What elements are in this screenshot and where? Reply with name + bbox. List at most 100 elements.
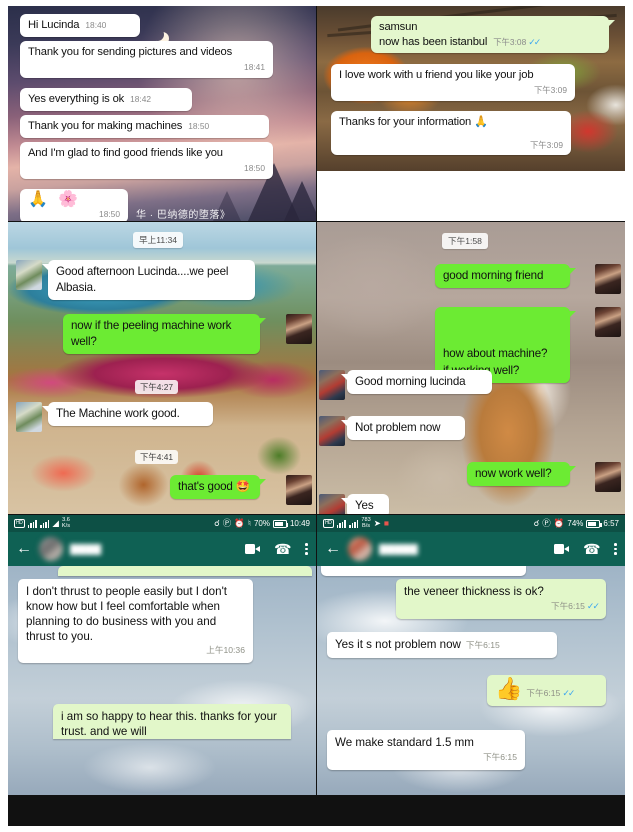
message-text: Yes xyxy=(355,499,374,512)
video-call-icon[interactable] xyxy=(244,544,260,554)
message-text: good morning friend xyxy=(443,269,544,282)
bubble-tail xyxy=(259,318,266,325)
message-bubble[interactable]: good morning friend xyxy=(435,264,576,288)
avatar[interactable] xyxy=(595,462,621,492)
message-text: And I'm glad to find good friends like y… xyxy=(28,147,223,159)
read-receipt-icon: ✓✓ xyxy=(528,36,541,47)
message-time: 下午6:15 xyxy=(483,752,517,762)
message-text: that's good 🤩 xyxy=(178,480,251,493)
video-call-icon[interactable] xyxy=(553,544,569,554)
bubble-tail xyxy=(569,466,576,473)
message-bubble-emoji[interactable]: 🙏 🌸 18:50 xyxy=(20,189,128,221)
message-bubble[interactable]: Not problem now xyxy=(341,416,465,440)
location-arrow-icon: ➤ xyxy=(373,518,381,529)
message-time: 18:41 xyxy=(244,61,265,72)
message-bubble[interactable]: We make standard 1.5 mm 下午6:15 xyxy=(327,730,525,770)
battery-icon xyxy=(272,519,289,528)
battery-percent: 70% xyxy=(253,519,270,528)
app-bar: ← █████ ☎ xyxy=(317,532,625,566)
message-text: i am so happy to hear this. thanks for y… xyxy=(61,710,277,738)
app-bar: ← ████ ☎ xyxy=(8,532,316,566)
message-text: Thank you for sending pictures and video… xyxy=(28,46,233,58)
bubble-tail xyxy=(42,406,49,413)
nfc-icon: Ⓟ xyxy=(222,518,232,529)
back-arrow-icon[interactable]: ← xyxy=(16,541,32,557)
message-bubble-emoji[interactable]: 👍 下午6:15 ✓✓ xyxy=(487,675,606,706)
contact-avatar[interactable] xyxy=(348,537,372,561)
message-bubble[interactable]: Yes it s not problem now 下午6:15 xyxy=(327,632,557,658)
signal-bars-icon xyxy=(40,519,50,528)
status-bar-right: ☌ Ⓟ ⏰ ♮ 70% 10:49 xyxy=(214,519,310,528)
bubble-tail xyxy=(341,374,348,381)
voice-call-icon[interactable]: ☎ xyxy=(274,541,291,557)
signal-bars-icon xyxy=(27,519,37,528)
avatar[interactable] xyxy=(595,307,621,337)
message-bubble[interactable]: I love work with u friend you like your … xyxy=(331,64,575,101)
message-text: Good morning lucinda xyxy=(355,375,466,388)
data-rate: 783 B/s xyxy=(361,516,371,529)
message-bubble[interactable]: The Machine work good. xyxy=(42,402,213,426)
signal-bars-icon xyxy=(336,519,346,528)
message-time: 下午6:15 xyxy=(465,640,500,650)
message-time: 18:40 xyxy=(85,20,107,30)
nfc-icon: Ⓟ xyxy=(542,518,551,529)
panel-resort-chat: 早上11:34 Good afternoon Lucinda....we pee… xyxy=(8,222,316,514)
message-time: 上午10:36 xyxy=(206,645,245,655)
overflow-menu-icon[interactable] xyxy=(305,543,308,555)
back-arrow-icon[interactable]: ← xyxy=(325,541,341,557)
collage-sheet: Hi Lucinda 18:40 Thank you for sending pi… xyxy=(0,0,633,832)
contact-name[interactable]: ████ xyxy=(70,544,238,555)
message-bubble[interactable]: Yes xyxy=(341,494,389,514)
message-bubble[interactable]: Thanks for your information 🙏 下午3:09 xyxy=(331,111,571,155)
alarm-icon: ⏰ xyxy=(234,518,245,529)
message-text: I don't thrust to people easily but I do… xyxy=(26,585,228,643)
message-bubble[interactable]: Good morning lucinda xyxy=(341,370,492,394)
avatar[interactable] xyxy=(286,475,312,505)
vpn-key-icon: ☌ xyxy=(533,518,540,529)
clock: 10:49 xyxy=(289,519,310,528)
message-bubble[interactable]: And I'm glad to find good friends like y… xyxy=(20,142,273,179)
message-text: The Machine work good. xyxy=(56,407,180,420)
avatar[interactable] xyxy=(16,260,42,290)
message-bubble-clipped[interactable] xyxy=(58,566,312,576)
day-separator: 下午1:58 xyxy=(442,233,488,249)
message-text: Yes everything is ok xyxy=(28,93,125,105)
mountain-peak-icon xyxy=(284,181,316,221)
message-bubble[interactable]: now if the peeling machine work well? xyxy=(63,314,266,354)
contact-avatar[interactable] xyxy=(39,537,63,561)
contact-name[interactable]: █████ xyxy=(379,544,547,555)
message-text: now if the peeling machine work well? xyxy=(71,319,232,348)
message-bubble[interactable]: Thank you for sending pictures and video… xyxy=(20,41,273,78)
overflow-menu-icon[interactable] xyxy=(614,543,617,555)
thumbs-up-emoji: 👍 xyxy=(495,676,523,701)
message-bubble[interactable]: Good afternoon Lucinda....we peel Albasi… xyxy=(42,260,255,300)
message-time: 18:42 xyxy=(130,94,152,104)
avatar[interactable] xyxy=(16,402,42,432)
message-bubble[interactable]: samsun now has been istanbul 下午3:08 ✓✓ xyxy=(371,16,615,53)
message-bubble[interactable]: the veneer thickness is ok? 下午6:15 ✓✓ xyxy=(396,579,606,619)
data-rate: 3.6 K/s xyxy=(61,516,71,529)
message-bubble[interactable]: Yes everything is ok 18:42 xyxy=(20,88,192,111)
message-bubble[interactable]: now work well? xyxy=(467,462,576,486)
message-bubble-clipped[interactable] xyxy=(321,566,526,576)
wallpaper-caption: 华 · 巴纳德的堕落》 xyxy=(136,210,231,221)
avatar[interactable] xyxy=(595,264,621,294)
message-time: 下午3:08 xyxy=(493,36,527,47)
avatar[interactable] xyxy=(286,314,312,344)
message-text: Thank you for making machines xyxy=(28,120,183,132)
chat-canvas-3: 早上11:34 Good afternoon Lucinda....we pee… xyxy=(8,222,316,514)
chat-canvas-2: samsun now has been istanbul 下午3:08 ✓✓ I l… xyxy=(317,6,625,221)
status-bar-left: HD 783 B/s ➤ ■ xyxy=(323,516,534,530)
message-bubble[interactable]: Thank you for making machines 18:50 xyxy=(20,115,269,138)
status-bar: HD 783 B/s ➤ ■ ☌ Ⓟ ⏰ 74% 6:57 xyxy=(317,515,625,532)
message-bubble[interactable]: that's good 🤩 xyxy=(170,475,266,499)
voice-call-icon[interactable]: ☎ xyxy=(583,541,600,557)
status-bar: HD ◢ 3.6 K/s ☌ Ⓟ ⏰ ♮ 70% 10:49 xyxy=(8,515,316,532)
panel-food-chat: samsun now has been istanbul 下午3:08 ✓✓ I l… xyxy=(317,6,625,221)
vpn-key-icon: ☌ xyxy=(214,518,220,529)
vibrate-icon: ♮ xyxy=(247,518,251,529)
day-separator: 早上11:34 xyxy=(133,232,184,248)
message-bubble[interactable]: i am so happy to hear this. thanks for y… xyxy=(53,704,291,739)
message-bubble[interactable]: Hi Lucinda 18:40 xyxy=(20,14,140,37)
message-bubble[interactable]: I don't thrust to people easily but I do… xyxy=(18,579,253,663)
